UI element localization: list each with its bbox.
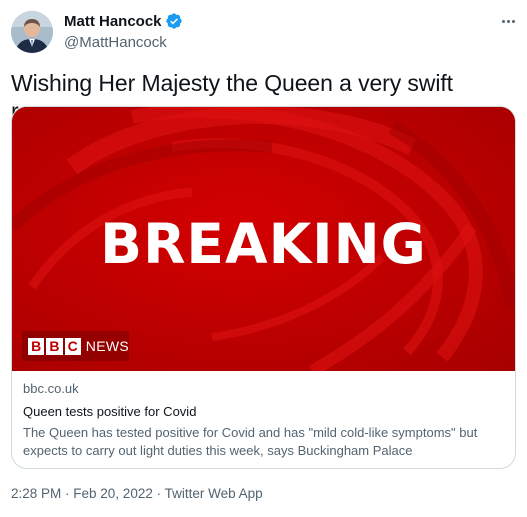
avatar-image <box>11 11 53 53</box>
card-body[interactable]: bbc.co.uk Queen tests positive for Covid… <box>12 371 515 460</box>
tweet-time[interactable]: 2:28 PM <box>11 486 61 501</box>
link-card[interactable]: BREAKING B B C NEWS bbc.co.uk Queen test… <box>11 106 516 469</box>
logo-letter: C <box>64 337 81 355</box>
bbc-news-logo: B B C NEWS <box>22 331 129 361</box>
tweet-date[interactable]: Feb 20, 2022 <box>73 486 153 501</box>
tweet-source[interactable]: Twitter Web App <box>165 486 263 501</box>
display-name[interactable]: Matt Hancock <box>64 13 162 30</box>
card-title: Queen tests positive for Covid <box>23 404 197 419</box>
logo-letter: B <box>28 337 45 355</box>
logo-word: NEWS <box>85 338 129 354</box>
breaking-headline: BREAKING <box>100 212 427 276</box>
name-row: Matt Hancock <box>64 11 183 31</box>
card-image[interactable]: BREAKING B B C NEWS <box>12 107 515 371</box>
meta-separator: · <box>152 486 165 501</box>
avatar[interactable] <box>11 11 53 53</box>
more-options-icon[interactable] <box>497 10 519 32</box>
verified-badge-icon <box>165 12 183 30</box>
card-description: The Queen has tested positive for Covid … <box>23 425 478 458</box>
tweet: Matt Hancock @MattHancock Wishing Her Ma… <box>0 0 527 517</box>
tweet-meta: 2:28 PM · Feb 20, 2022 · Twitter Web App <box>11 484 263 504</box>
card-domain: bbc.co.uk <box>23 381 79 396</box>
author-info: Matt Hancock @MattHancock <box>64 11 183 53</box>
meta-separator: · <box>61 486 74 501</box>
handle[interactable]: @MattHancock <box>64 33 183 53</box>
logo-letter: B <box>46 337 63 355</box>
